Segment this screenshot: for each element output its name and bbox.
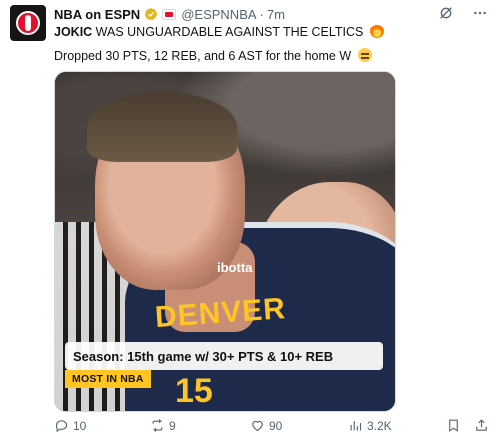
tweet-card[interactable]: NBA on ESPN @ESPNNBA · 7m JOKIC WAS UNGU… [0,0,500,440]
reply-button[interactable]: 10 [54,418,86,433]
bookmark-button[interactable] [446,418,461,433]
header-separator: · [259,6,264,22]
most-in-nba-tag: MOST IN NBA [65,370,151,388]
repost-count: 9 [169,418,176,433]
fire-emoji-icon [369,24,384,38]
views-icon [350,421,362,431]
like-count: 90 [269,418,283,433]
repost-button[interactable]: 9 [150,418,176,433]
views-button[interactable]: 3.2K [348,418,392,433]
grok-icon[interactable] [438,5,454,21]
share-icon [476,419,487,431]
tweet-text-line-1: JOKIC WAS UNGUARDABLE AGAINST THE CELTIC… [54,24,384,39]
nba-logo-icon [16,11,40,35]
tweet-text-rest: WAS UNGUARDABLE AGAINST THE CELTICS [92,25,364,39]
author-handle[interactable]: @ESPNNBA [181,7,256,22]
share-button[interactable] [474,418,489,433]
tweet-top-actions [438,5,488,21]
tweet-text-bold: JOKIC [54,25,93,39]
repost-icon [152,419,163,432]
stat-overlay-text: Season: 15th game w/ 30+ PTS & 10+ REB [73,348,334,364]
tweet-media-image[interactable]: ibotta DENVER 15 Season: 15th game w/ 30… [54,71,396,412]
author-avatar[interactable] [10,5,46,41]
tweet-text-stats: Dropped 30 PTS, 12 REB, and 6 AST for th… [54,49,352,63]
views-count: 3.2K [367,418,392,433]
most-in-nba-text: MOST IN NBA [72,373,144,385]
jersey-sponsor: ibotta [217,260,253,275]
bookmark-icon [449,419,458,432]
like-button[interactable]: 90 [250,418,282,433]
verified-badge-icon[interactable] [144,7,158,21]
relieved-face-emoji-icon [357,48,372,62]
tweet-action-bar: 10 9 90 3.2K [54,418,490,434]
more-icon[interactable] [472,5,488,21]
stat-overlay-card: Season: 15th game w/ 30+ PTS & 10+ REB [65,342,383,370]
heart-icon [252,420,263,432]
tweet-timestamp[interactable]: 7m [267,7,285,22]
jersey-number: 15 [175,372,213,410]
author-name[interactable]: NBA on ESPN [54,7,140,22]
tweet-header: NBA on ESPN @ESPNNBA · 7m [54,6,285,22]
player-hair [87,92,237,162]
reply-icon [55,420,68,433]
tweet-text-line-2: Dropped 30 PTS, 12 REB, and 6 AST for th… [54,48,372,63]
reply-count: 10 [73,418,87,433]
espn-affiliate-badge-icon[interactable] [162,8,177,20]
